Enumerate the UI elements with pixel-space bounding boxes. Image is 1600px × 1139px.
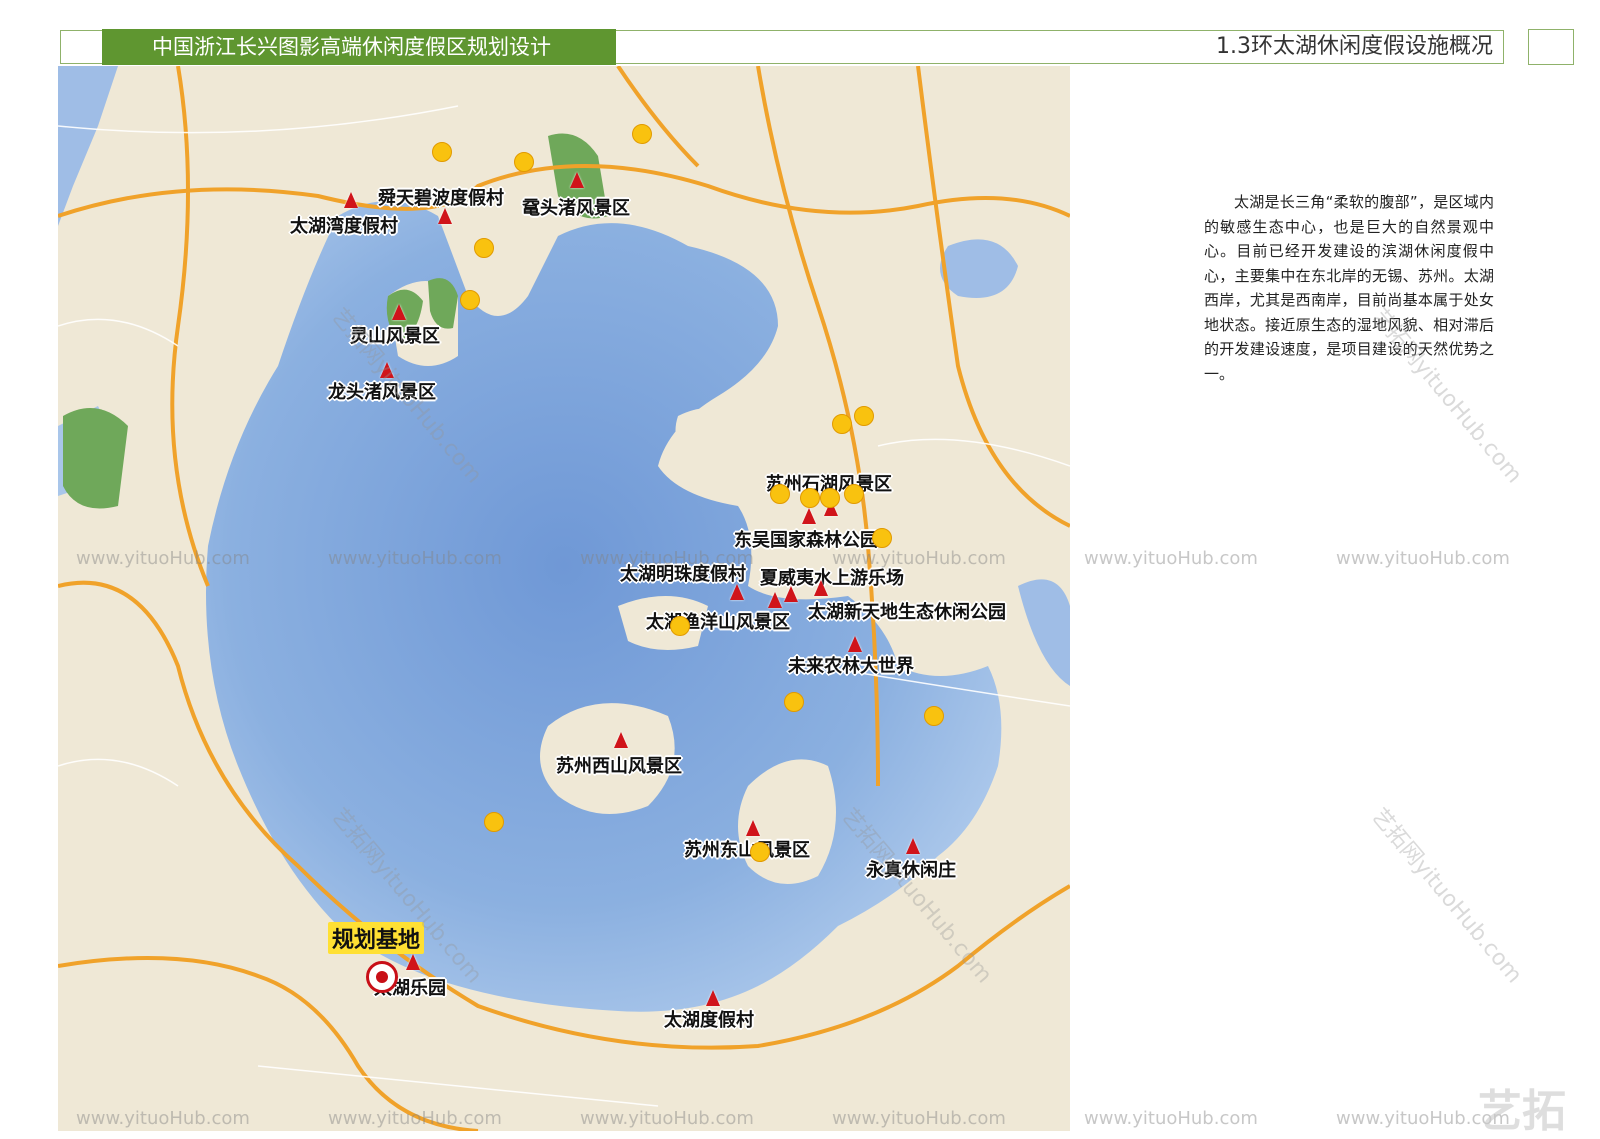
taihu-map[interactable]: 舜天碧波度假村 鼋头渚风景区 太湖湾度假村 灵山风景区 龙头渚风景区 苏州石湖风… bbox=[58, 66, 1070, 1131]
plan-base-target-icon[interactable] bbox=[366, 961, 398, 993]
watermark: www.yituoHub.com bbox=[1336, 548, 1510, 569]
marker-icon[interactable] bbox=[438, 208, 452, 224]
watermark-diagonal: 艺拓网yituoHub.com bbox=[1366, 803, 1527, 989]
facility-dot-icon[interactable] bbox=[432, 142, 452, 162]
brand-watermark: 艺拓 bbox=[1478, 1086, 1566, 1137]
label-dongwu-forest: 东吴国家森林公园 bbox=[734, 530, 878, 551]
facility-dot-icon[interactable] bbox=[832, 414, 852, 434]
facility-dot-icon[interactable] bbox=[460, 290, 480, 310]
marker-icon[interactable] bbox=[768, 592, 782, 608]
marker-icon[interactable] bbox=[906, 838, 920, 854]
facility-dot-icon[interactable] bbox=[844, 484, 864, 504]
facility-dot-icon[interactable] bbox=[474, 238, 494, 258]
facility-dot-icon[interactable] bbox=[924, 706, 944, 726]
label-taihu-resort: 太湖度假村 bbox=[664, 1010, 754, 1031]
marker-icon[interactable] bbox=[614, 732, 628, 748]
marker-icon[interactable] bbox=[814, 580, 828, 596]
facility-dot-icon[interactable] bbox=[872, 528, 892, 548]
marker-icon[interactable] bbox=[746, 820, 760, 836]
label-yuyangshan: 太湖渔洋山风景区 bbox=[646, 612, 790, 633]
marker-icon[interactable] bbox=[730, 584, 744, 600]
label-mingzhu-resort: 太湖明珠度假村 bbox=[620, 564, 746, 585]
facility-dot-icon[interactable] bbox=[632, 124, 652, 144]
project-title: 中国浙江长兴图影高端休闲度假区规划设计 bbox=[102, 29, 616, 65]
forest-west bbox=[63, 408, 128, 509]
watermark: www.yituoHub.com bbox=[1084, 548, 1258, 569]
facility-dot-icon[interactable] bbox=[770, 484, 790, 504]
facility-dot-icon[interactable] bbox=[484, 812, 504, 832]
label-hawaii-water-park: 夏威夷水上游乐场 bbox=[760, 568, 904, 589]
label-shuntian-resort: 舜天碧波度假村 bbox=[378, 188, 504, 209]
facility-dot-icon[interactable] bbox=[800, 488, 820, 508]
label-dongshan: 苏州东山风景区 bbox=[684, 840, 810, 861]
label-xintiandi-park: 太湖新天地生态休闲公园 bbox=[808, 602, 1006, 623]
label-longtouzhu: 龙头渚风景区 bbox=[328, 382, 436, 403]
facility-dot-icon[interactable] bbox=[750, 842, 770, 862]
label-future-agroforestry: 未来农林大世界 bbox=[788, 656, 914, 677]
marker-icon[interactable] bbox=[344, 192, 358, 208]
plan-base-label: 规划基地 bbox=[328, 922, 425, 954]
watermark: www.yituoHub.com bbox=[1084, 1108, 1258, 1129]
description-text: 太湖是长三角“柔软的腹部”，是区域内的敏感生态中心，也是巨大的自然景观中心。目前… bbox=[1204, 193, 1494, 383]
facility-dot-icon[interactable] bbox=[514, 152, 534, 172]
facility-dot-icon[interactable] bbox=[854, 406, 874, 426]
facility-dot-icon[interactable] bbox=[670, 616, 690, 636]
label-taihu-bay-resort: 太湖湾度假村 bbox=[290, 216, 398, 237]
label-lingshan: 灵山风景区 bbox=[350, 326, 440, 347]
marker-icon[interactable] bbox=[706, 990, 720, 1006]
section-title: 1.3环太湖休闲度假设施概况 bbox=[1216, 34, 1493, 59]
label-yongzhen: 永真休闲庄 bbox=[866, 860, 956, 881]
marker-icon[interactable] bbox=[848, 636, 862, 652]
corner-box bbox=[1528, 29, 1574, 65]
marker-icon[interactable] bbox=[380, 362, 394, 378]
plan-base-core bbox=[376, 971, 388, 983]
marker-icon[interactable] bbox=[570, 172, 584, 188]
marker-icon[interactable] bbox=[406, 954, 420, 970]
facility-dot-icon[interactable] bbox=[784, 692, 804, 712]
facility-dot-icon[interactable] bbox=[820, 488, 840, 508]
marker-icon[interactable] bbox=[802, 508, 816, 524]
label-xishan: 苏州西山风景区 bbox=[556, 756, 682, 777]
marker-icon[interactable] bbox=[392, 304, 406, 320]
marker-icon[interactable] bbox=[784, 586, 798, 602]
label-yuantouzhu: 鼋头渚风景区 bbox=[522, 198, 630, 219]
